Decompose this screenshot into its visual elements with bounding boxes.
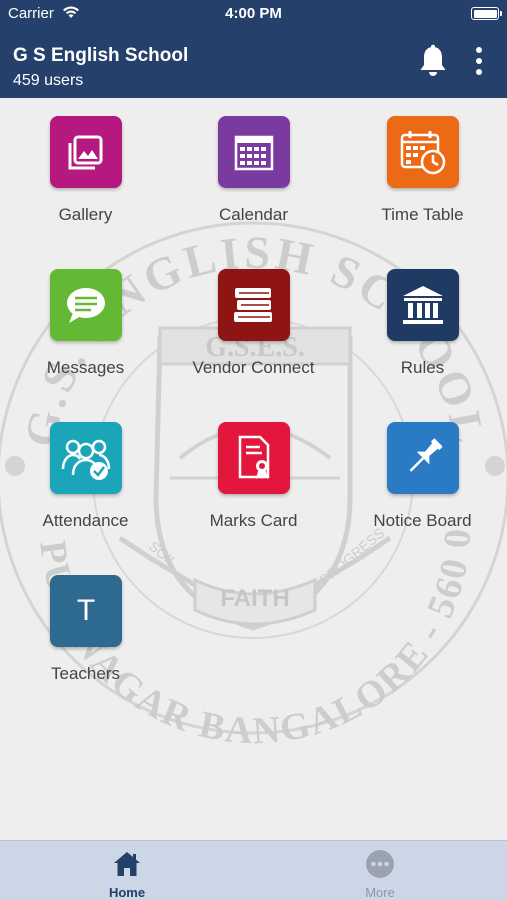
tile-label: Calendar: [219, 205, 288, 224]
messages-icon: [50, 269, 122, 341]
tile-attendance[interactable]: Attendance: [1, 404, 170, 544]
tile-label: Messages: [46, 358, 125, 377]
page-title: G S English School: [13, 45, 189, 66]
tile-rules[interactable]: Rules: [338, 251, 507, 391]
more-options-icon[interactable]: [470, 46, 488, 76]
tile-label: Time Table: [381, 205, 464, 224]
certificate-icon: [218, 422, 290, 494]
home-icon: [114, 852, 140, 876]
teachers-letter: T: [76, 594, 96, 627]
tile-notice-board[interactable]: Notice Board: [338, 404, 507, 544]
tile-gallery[interactable]: Gallery: [1, 98, 170, 238]
battery-icon: [471, 7, 502, 20]
tile-vendor-connect[interactable]: Vendor Connect: [169, 251, 338, 391]
books-icon: [218, 269, 290, 341]
more-circle-icon: [366, 850, 394, 878]
tile-calendar[interactable]: Calendar: [169, 98, 338, 238]
clock: 4:00 PM: [225, 5, 282, 22]
tab-home[interactable]: Home: [67, 841, 187, 900]
tile-label: Attendance: [42, 511, 129, 530]
tab-label: Home: [108, 885, 146, 900]
user-count: 459 users: [13, 72, 84, 89]
tile-label: Rules: [400, 358, 445, 377]
app-header: G S English School 459 users: [0, 28, 507, 98]
tile-teachers[interactable]: T Teachers: [1, 557, 170, 697]
bell-icon[interactable]: [418, 44, 448, 78]
home-grid: G.S. ENGLISH SCHOOL BAPUJI NAGAR BANGALO…: [0, 98, 507, 840]
tile-label: Notice Board: [373, 511, 472, 530]
calendar-icon: [218, 116, 290, 188]
timetable-icon: [387, 116, 459, 188]
teachers-icon: T: [50, 575, 122, 647]
gallery-icon: [50, 116, 122, 188]
tab-label: More: [365, 885, 395, 900]
attendance-icon: [50, 422, 122, 494]
status-bar: Carrier 4:00 PM: [0, 0, 507, 28]
tile-label: Marks Card: [209, 511, 298, 530]
courthouse-icon: [387, 269, 459, 341]
tile-time-table[interactable]: Time Table: [338, 98, 507, 238]
tab-more[interactable]: More: [320, 841, 440, 900]
tab-bar: Home More: [0, 840, 507, 900]
tile-label: Vendor Connect: [192, 358, 315, 377]
svg-text:FAITH: FAITH: [220, 585, 289, 612]
tile-messages[interactable]: Messages: [1, 251, 170, 391]
tile-label: Gallery: [58, 205, 113, 224]
tile-marks-card[interactable]: Marks Card: [169, 404, 338, 544]
tile-label: Teachers: [51, 664, 120, 683]
pushpin-icon: [387, 422, 459, 494]
